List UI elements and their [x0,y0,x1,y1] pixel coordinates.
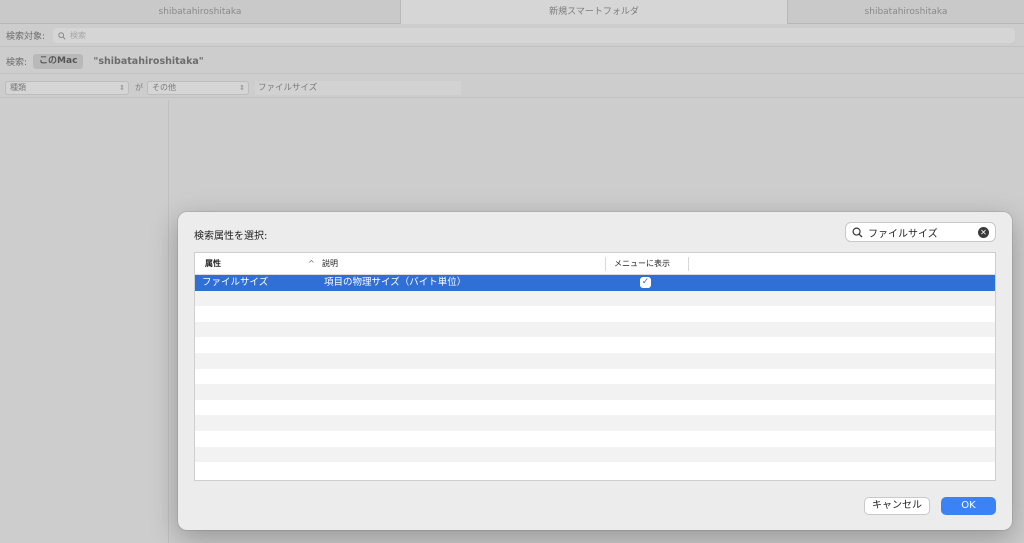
table-row [195,337,995,353]
finder-search-field[interactable]: 検索 [53,28,1016,43]
column-header-description[interactable]: 説明 [322,253,338,275]
search-icon [58,31,66,40]
table-row [195,431,995,447]
criteria-connector: が [135,83,143,92]
value-popup-value: その他 [152,82,176,92]
ok-button[interactable]: OK [941,497,996,515]
table-row [195,400,995,416]
table-row [195,462,995,478]
finder-search-placeholder: 検索 [70,31,87,40]
clear-search-icon[interactable]: ✕ [978,226,989,238]
table-row [195,321,995,338]
cancel-button[interactable]: キャンセル [864,497,930,515]
attribute-table: 属性 ^ 説明 メニューに表示 ファイルサイズ 項目の物理サイズ（バイト単位） … [194,252,996,481]
table-row [195,352,995,369]
table-row [195,369,995,385]
table-row [195,306,995,322]
kind-popup-value: 種類 [10,82,26,92]
scope-label: 検索: [6,58,28,68]
column-separator[interactable] [605,257,606,271]
column-separator[interactable] [688,257,689,271]
table-row [195,290,995,307]
search-target-row: 検索対象: 検索 [0,25,1024,47]
kind-popup[interactable]: 種類 ⇕ [5,80,129,95]
sidebar-divider [168,100,169,543]
tab-bar: shibatahiroshitaka 新規スマートフォルダ shibatahir… [0,0,1024,24]
search-scope-row: 検索: このMac "shibatahiroshitaka" [0,50,1024,74]
tab-new-smart-folder[interactable]: 新規スマートフォルダ [401,0,788,24]
row-attribute: ファイルサイズ [202,277,269,288]
scope-this-mac-button[interactable]: このMac [33,54,84,69]
tab-shibatahiroshitaka-2[interactable]: shibatahiroshitaka [788,0,1024,24]
table-header: 属性 ^ 説明 メニューに表示 [195,253,995,275]
attribute-search-field[interactable]: ✕ [845,222,996,242]
dialog-title: 検索属性を選択: [194,231,268,242]
criteria-attribute-field[interactable]: ファイルサイズ [255,80,461,95]
attribute-select-dialog: 検索属性を選択: ✕ 属性 ^ 説明 メニューに表示 ファイルサイズ 項目の物理… [178,212,1012,530]
table-row [195,446,995,463]
table-row-file-size[interactable]: ファイルサイズ 項目の物理サイズ（バイト単位） ✓ [195,275,995,291]
search-target-label: 検索対象: [6,32,46,42]
table-row [195,415,995,431]
popup-arrows-icon: ⇕ [239,83,245,92]
column-header-attribute[interactable]: 属性 [205,253,221,275]
value-popup[interactable]: その他 ⇕ [147,80,249,95]
criteria-row: 種類 ⇕ が その他 ⇕ ファイルサイズ [0,78,1024,98]
show-in-menu-checkbox[interactable]: ✓ [640,277,651,288]
scope-folder-button[interactable]: "shibatahiroshitaka" [93,56,203,67]
row-description: 項目の物理サイズ（バイト単位） [324,277,467,288]
table-row [195,384,995,400]
tab-shibatahiroshitaka-1[interactable]: shibatahiroshitaka [0,0,401,24]
popup-arrows-icon: ⇕ [119,83,125,92]
column-header-show-in-menu[interactable]: メニューに表示 [614,253,670,275]
search-icon [852,227,863,238]
checkmark-icon: ✓ [640,277,651,288]
attribute-search-input[interactable] [868,224,976,240]
sort-ascending-icon: ^ [308,259,315,268]
